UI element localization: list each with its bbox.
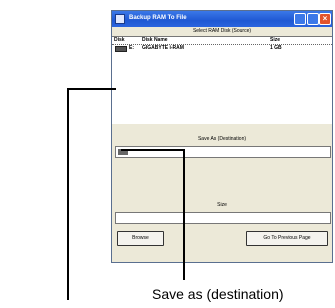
app-icon bbox=[115, 14, 125, 24]
section-header: Select RAM Disk (Source) bbox=[112, 27, 332, 36]
column-disk[interactable]: Disk bbox=[114, 37, 125, 43]
save-as-field[interactable] bbox=[115, 146, 331, 158]
column-size[interactable]: Size bbox=[270, 37, 280, 43]
size-label: Size bbox=[217, 202, 227, 208]
disk-name: GIGABYTE i-RAM bbox=[142, 45, 184, 51]
title-bar[interactable]: Backup RAM To File × bbox=[112, 11, 332, 27]
disk-size: 1 GB bbox=[270, 45, 282, 51]
list-item[interactable]: E: GIGABYTE i-RAM 1 GB bbox=[112, 45, 332, 53]
callout-label: Save as (destination) bbox=[152, 286, 284, 302]
callout-line-list-horizontal bbox=[67, 88, 116, 90]
disk-list: Disk Disk Name Size E: GIGABYTE i-RAM 1 … bbox=[112, 36, 332, 124]
previous-page-button[interactable]: Go To Previous Page bbox=[246, 231, 328, 246]
column-disk-name[interactable]: Disk Name bbox=[142, 37, 168, 43]
close-button[interactable]: × bbox=[319, 13, 331, 25]
callout-line-save-horizontal bbox=[121, 149, 185, 151]
maximize-button[interactable] bbox=[307, 13, 319, 25]
size-field[interactable] bbox=[115, 212, 331, 224]
minimize-button[interactable] bbox=[294, 13, 306, 25]
callout-line-list-vertical bbox=[67, 88, 69, 300]
window-title: Backup RAM To File bbox=[129, 15, 187, 21]
save-as-label: Save As (Destination) bbox=[197, 136, 247, 142]
disk-letter: E: bbox=[129, 45, 134, 51]
list-header: Disk Disk Name Size bbox=[112, 37, 332, 45]
backup-window: Backup RAM To File × Select RAM Disk (So… bbox=[111, 10, 333, 263]
callout-line-save-vertical bbox=[183, 149, 185, 280]
ram-disk-icon bbox=[115, 46, 127, 52]
browse-button[interactable]: Browse bbox=[117, 231, 164, 246]
